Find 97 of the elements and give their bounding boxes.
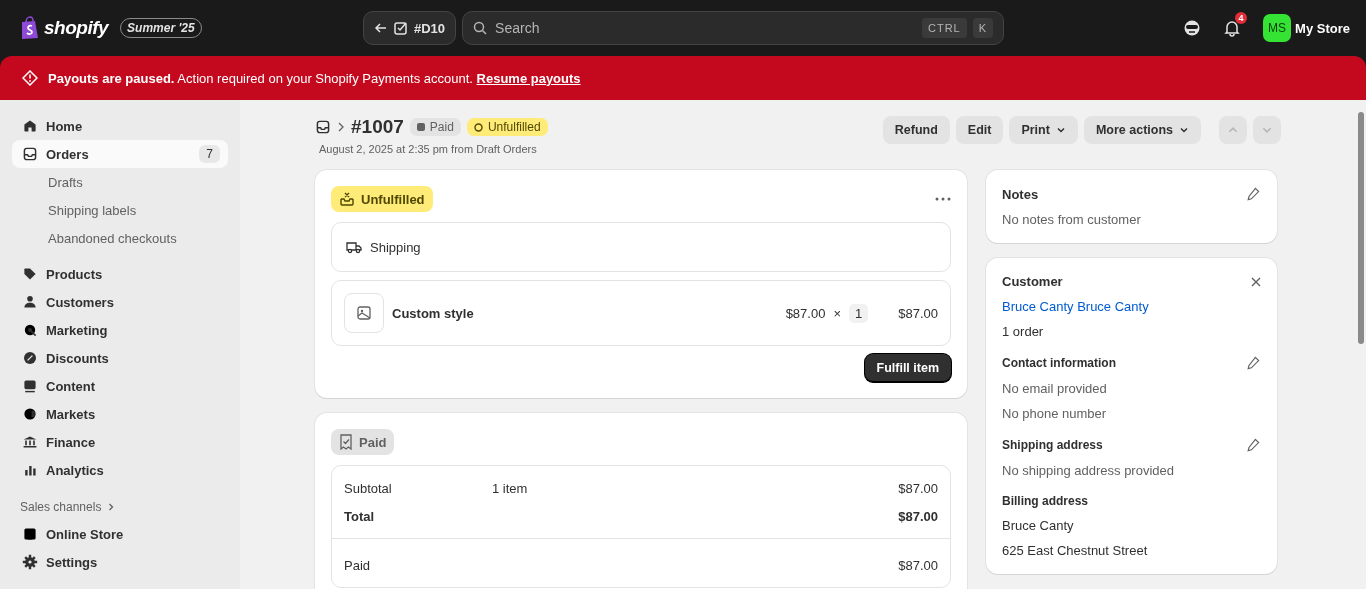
store-name[interactable]: My Store — [1295, 20, 1350, 36]
keyboard-key: CTRL — [922, 18, 967, 38]
image-icon — [357, 306, 371, 320]
status-badge: Paid — [409, 118, 461, 136]
pencil-icon[interactable] — [1245, 186, 1261, 202]
customer-name-link[interactable]: Bruce Canty Bruce Canty — [1002, 299, 1149, 314]
chevron-down-icon — [1179, 125, 1189, 135]
pencil-icon[interactable] — [1245, 437, 1261, 453]
info-line: Bruce Canty — [1002, 518, 1075, 533]
sidebar-subitem[interactable]: Drafts — [12, 168, 228, 196]
banner-message: Payouts are paused. Action required on your Shopify Payments account. Resume payouts — [48, 70, 581, 86]
tag-icon — [22, 266, 38, 282]
settings-icon — [22, 554, 38, 570]
summary-label: Paid — [344, 557, 372, 573]
target-icon — [22, 322, 38, 338]
status-circle-icon — [473, 122, 483, 132]
card-title: Customer — [1002, 274, 1063, 289]
receipt-check-icon — [339, 434, 353, 450]
home-icon — [22, 118, 38, 134]
summary-amount: $87.00 — [898, 480, 938, 496]
truck-icon — [346, 240, 362, 254]
info-line: 625 East Chestnut Street — [1002, 543, 1149, 558]
sidebar-item[interactable]: Settings — [12, 548, 228, 576]
notes-text: No notes from customer — [1002, 212, 1142, 227]
bell-icon[interactable] — [1223, 19, 1242, 37]
count-badge: 7 — [199, 145, 220, 163]
content-icon — [22, 378, 38, 394]
search-bar[interactable]: Search CTRL K — [462, 11, 1005, 45]
sidebar-item[interactable]: Content — [12, 372, 228, 400]
bank-icon — [22, 434, 38, 450]
summary-detail: 1 item — [492, 480, 528, 496]
sidebar-item[interactable]: Customers — [12, 288, 228, 316]
fulfill-item-button[interactable]: Fulfill item — [864, 354, 951, 382]
unit-price: $87.00 — [785, 305, 826, 321]
logo-wordmark[interactable]: shopify — [44, 17, 109, 39]
search-icon — [473, 21, 488, 35]
sidebar-subitem[interactable]: Abandoned checkouts — [12, 224, 228, 252]
summary-label: Subtotal — [344, 480, 393, 496]
order-date: August 2, 2025 at 2:35 pm from Draft Orders — [319, 143, 538, 155]
chevron-right-icon — [107, 503, 116, 511]
sales-channels-header[interactable]: Sales channels — [12, 494, 228, 520]
sidebar-item[interactable]: Online Store — [12, 520, 228, 548]
summary-label: Total — [344, 508, 376, 524]
card-title: Notes — [1002, 186, 1039, 202]
warning-diamond-icon — [22, 70, 38, 86]
quantity: 1 — [849, 303, 869, 323]
status-square-icon — [416, 123, 425, 131]
search-field[interactable]: Search — [493, 19, 916, 37]
unfulfilled-status-badge: Unfulfilled — [331, 186, 433, 212]
paid-status-badge: Paid — [331, 429, 395, 455]
store-avatar[interactable]: MS — [1263, 14, 1292, 42]
action-button[interactable]: Print — [1009, 116, 1078, 144]
keyboard-key: K — [972, 18, 994, 38]
sidebar-item[interactable]: Markets — [12, 400, 228, 428]
person-icon — [22, 294, 38, 310]
multiply-sign: × — [833, 305, 841, 321]
sidebar-item[interactable]: Marketing — [12, 316, 228, 344]
orders-icon — [22, 146, 38, 162]
notification-count: 4 — [1235, 12, 1248, 24]
close-icon[interactable] — [1251, 276, 1261, 287]
arrow-left-icon — [374, 21, 388, 35]
resume-payouts-link[interactable]: Resume payouts — [476, 70, 581, 86]
sidebar-item[interactable]: Analytics — [12, 456, 228, 484]
action-button[interactable]: Edit — [955, 116, 1004, 144]
sidebar-item[interactable]: Discounts — [12, 344, 228, 372]
breadcrumb-chevron-icon — [337, 122, 345, 132]
back-order-chip[interactable]: #D10 — [363, 11, 457, 45]
pencil-icon[interactable] — [1245, 355, 1261, 371]
sidebar-item[interactable]: Orders 7 — [12, 140, 228, 168]
shipping-label: Shipping — [370, 239, 421, 255]
edit-order-icon — [394, 21, 408, 35]
summary-amount: $87.00 — [898, 557, 938, 573]
shopping-bag-logo-icon[interactable] — [20, 16, 40, 40]
assistant-face-icon[interactable] — [1183, 19, 1202, 37]
action-button[interactable]: More actions — [1083, 116, 1201, 144]
section-title: Shipping address — [1002, 438, 1103, 452]
info-line: No phone number — [1002, 406, 1108, 421]
sidebar-item[interactable]: Home — [12, 112, 228, 140]
status-badge: Unfulfilled — [466, 118, 548, 136]
order-number: #1007 — [351, 116, 404, 138]
summary-amount: $87.00 — [898, 508, 938, 524]
product-name[interactable]: Custom style — [392, 305, 778, 321]
chevron-down-icon — [1055, 125, 1066, 135]
line-total: $87.00 — [898, 305, 938, 321]
sidebar-item[interactable]: Finance — [12, 428, 228, 456]
orders-icon[interactable] — [315, 119, 331, 135]
more-options-icon[interactable] — [935, 197, 951, 201]
action-button[interactable]: Refund — [882, 116, 950, 144]
order-count: 1 order — [1002, 324, 1045, 339]
sidebar-subitem[interactable]: Shipping labels — [12, 196, 228, 224]
box-icon — [339, 191, 355, 207]
section-title: Billing address — [1002, 494, 1089, 508]
discount-icon — [22, 350, 38, 366]
sidebar-item[interactable]: Products — [12, 260, 228, 288]
info-line: No email provided — [1002, 381, 1108, 396]
info-line: No shipping address provided — [1002, 463, 1175, 478]
section-title: Contact information — [1002, 356, 1116, 370]
